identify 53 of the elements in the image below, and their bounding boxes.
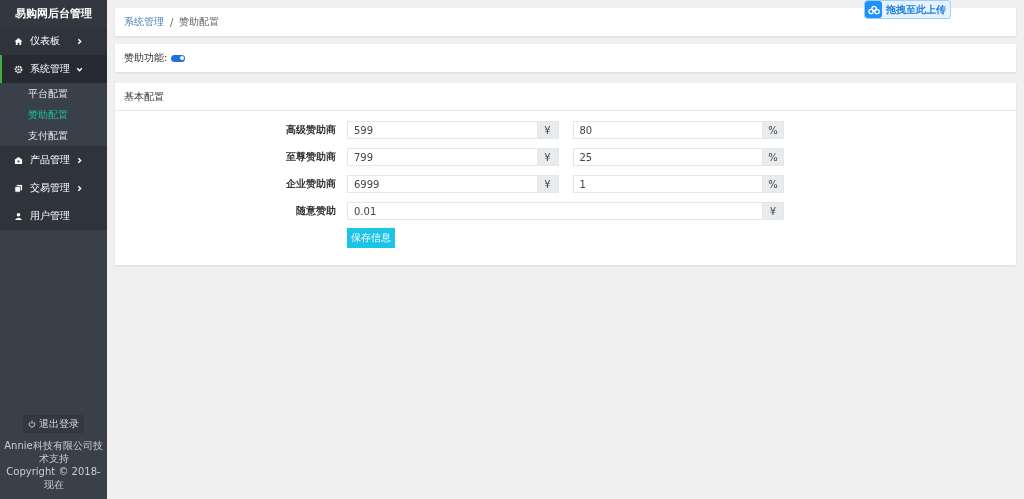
feature-label: 赞助功能:: [124, 51, 168, 65]
menu-label: 用户管理: [30, 209, 71, 223]
copy-icon: [14, 183, 23, 193]
user-icon: [14, 211, 23, 221]
panel-title: 基本配置: [115, 83, 1016, 111]
input-field[interactable]: 599: [347, 121, 537, 139]
field-label: 高级赞助商: [285, 123, 337, 137]
input-addon: %: [762, 121, 784, 139]
app-title: 易购网后台管理: [0, 0, 107, 27]
settings-icon: [14, 64, 23, 74]
input-field[interactable]: 80: [572, 121, 762, 139]
power-icon: [28, 420, 36, 428]
input-addon: ¥: [536, 121, 559, 139]
menu-item[interactable]: 系统管理: [0, 55, 107, 83]
upload-label: 拖拽至此上传: [885, 2, 947, 17]
input-field[interactable]: 6999: [347, 175, 537, 193]
toggle-switch[interactable]: [171, 54, 186, 62]
footer-text: Annie科技有限公司技术支持: [3, 439, 104, 465]
field-label: 企业赞助商: [285, 177, 337, 191]
chevron-right-icon: [76, 37, 83, 45]
menu-label: 仪表板: [30, 34, 61, 48]
input-field[interactable]: 799: [347, 148, 537, 166]
input-field[interactable]: 1: [572, 175, 762, 193]
menu-item[interactable]: 产品管理: [0, 146, 107, 174]
chevron-down-icon: [76, 65, 83, 73]
chevron-right-icon: [76, 156, 83, 164]
menu-label: 交易管理: [30, 181, 71, 195]
input-addon: %: [762, 175, 784, 193]
menu-item[interactable]: 用户管理: [0, 202, 107, 230]
submenu-item[interactable]: 赞助配置: [0, 104, 107, 125]
submenu-item[interactable]: 平台配置: [0, 83, 107, 104]
input-addon: %: [762, 148, 784, 166]
breadcrumb-separator: /: [170, 16, 174, 28]
field-label: 至尊赞助商: [285, 150, 337, 164]
chevron-right-icon: [76, 184, 83, 192]
menu-item[interactable]: 交易管理: [0, 174, 107, 202]
input-addon: ¥: [536, 175, 559, 193]
menu-label: 产品管理: [30, 153, 71, 167]
input-addon: ¥: [762, 202, 784, 220]
input-addon: ¥: [536, 148, 559, 166]
input-field[interactable]: 0.01: [347, 202, 762, 220]
input-field[interactable]: 25: [572, 148, 762, 166]
home-icon: [14, 36, 23, 46]
box-icon: [14, 155, 23, 165]
breadcrumb-current: 赞助配置: [179, 15, 220, 29]
menu-item[interactable]: 仪表板: [0, 27, 107, 55]
logout-button[interactable]: 退出登录: [23, 415, 84, 433]
field-label: 随意赞助: [295, 204, 337, 218]
menu-label: 系统管理: [30, 62, 71, 76]
footer-text: Copyright © 2018-现在: [5, 465, 102, 491]
upload-badge[interactable]: 拖拽至此上传: [864, 0, 951, 19]
submenu-item[interactable]: 支付配置: [0, 125, 107, 146]
breadcrumb-link[interactable]: 系统管理: [124, 15, 164, 29]
